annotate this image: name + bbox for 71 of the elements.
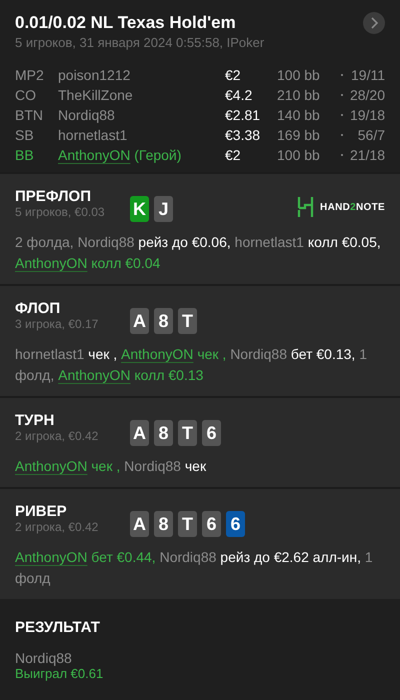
player-stack: €2.81: [225, 106, 262, 124]
player-bb: 140 bb: [277, 106, 321, 124]
playing-card: 6: [226, 511, 245, 537]
player-name: Nordiq88: [58, 107, 115, 123]
street-title: РИВЕР: [15, 503, 68, 520]
playing-card: T: [178, 308, 197, 334]
player-stats: 21/18: [348, 146, 385, 164]
hand-info: 5 игроков, 31 января 2024 0:55:58, IPoker: [15, 35, 264, 50]
player-bb: 169 bb: [277, 126, 321, 144]
street-info: 2 игрока, €0.42: [15, 429, 100, 443]
separator-dot: [341, 134, 343, 136]
playing-card: 8: [154, 308, 173, 334]
player-position: SB: [15, 126, 35, 144]
player-name[interactable]: AnthonyON: [58, 147, 130, 163]
hero-link[interactable]: AnthonyON: [15, 549, 88, 565]
hero-link[interactable]: AnthonyON: [58, 367, 130, 383]
hero-tag: (Герой): [134, 147, 182, 163]
separator-dot: [341, 154, 343, 156]
winner-name: Nordiq88: [15, 650, 73, 666]
next-button[interactable]: [363, 12, 385, 34]
player-bb: 210 bb: [277, 86, 321, 104]
street-title: ПРЕФЛОП: [15, 188, 92, 205]
result-title: РЕЗУЛЬТАТ: [15, 619, 101, 636]
player-bb: 100 bb: [277, 146, 321, 164]
separator-dot: [341, 74, 343, 76]
action-summary: AnthonyON чек , Nordiq88 чек: [15, 457, 208, 476]
player-position: BTN: [15, 106, 44, 124]
player-stack: €4.2: [225, 86, 254, 104]
playing-card: A: [130, 420, 149, 446]
playing-card: T: [178, 420, 197, 446]
action-summary: hornetlast1 чек , AnthonyON чек , Nordiq88 бет €0.13, 1 фолд, AnthonyON колл €0.13: [15, 345, 368, 385]
player-bb: 100 bb: [277, 66, 321, 84]
separator-dot: [341, 94, 343, 96]
player-stats: 28/20: [348, 86, 385, 104]
player-stack: €2: [225, 146, 242, 164]
separator-dot: [341, 114, 343, 116]
chevron-icon: [369, 17, 379, 29]
playing-card: J: [154, 196, 173, 222]
player-name: poison1212: [58, 67, 130, 83]
playing-card: 6: [202, 420, 221, 446]
player-stats: 56/7: [356, 126, 385, 144]
playing-card: T: [178, 511, 197, 537]
street-info: 5 игроков, €0.03: [15, 205, 106, 219]
action-summary: AnthonyON бет €0.44, Nordiq88 рейз до €2.62 алл-ин, 1 фолд: [15, 548, 374, 588]
player-position: CO: [15, 86, 37, 104]
player-stats: 19/18: [348, 106, 385, 124]
hero-link[interactable]: AnthonyON: [121, 346, 194, 362]
win-amount: Выиграл €0.61: [15, 666, 104, 681]
playing-card: A: [130, 308, 149, 334]
playing-card: 6: [202, 511, 221, 537]
playing-card: 8: [154, 420, 173, 446]
playing-card: A: [130, 511, 149, 537]
logo-icon: [297, 196, 316, 218]
playing-card: 8: [154, 511, 173, 537]
player-stack: €2: [225, 66, 242, 84]
playing-card: K: [130, 196, 149, 222]
player-position: BB: [15, 146, 35, 164]
player-position: MP2: [15, 66, 45, 84]
street-title: ТУРН: [15, 412, 56, 429]
logo-text: HAND2NOTE: [320, 202, 385, 212]
hand-title: 0.01/0.02 NL Texas Hold'em: [15, 13, 236, 33]
hero-link[interactable]: AnthonyON: [15, 458, 88, 474]
player-name: hornetlast1: [58, 127, 128, 143]
player-stack: €3.38: [225, 126, 262, 144]
action-summary: 2 фолда, Nordiq88 рейз до €0.06, hornetlast1 колл €0.05, AnthonyON колл €0.04: [15, 233, 382, 273]
player-name: TheKillZone: [58, 87, 133, 103]
player-stats: 19/11: [350, 66, 385, 84]
street-title: ФЛОП: [15, 300, 62, 317]
hero-link[interactable]: AnthonyON: [15, 255, 88, 271]
street-info: 3 игрока, €0.17: [15, 317, 100, 331]
street-info: 2 игрока, €0.42: [15, 520, 100, 534]
